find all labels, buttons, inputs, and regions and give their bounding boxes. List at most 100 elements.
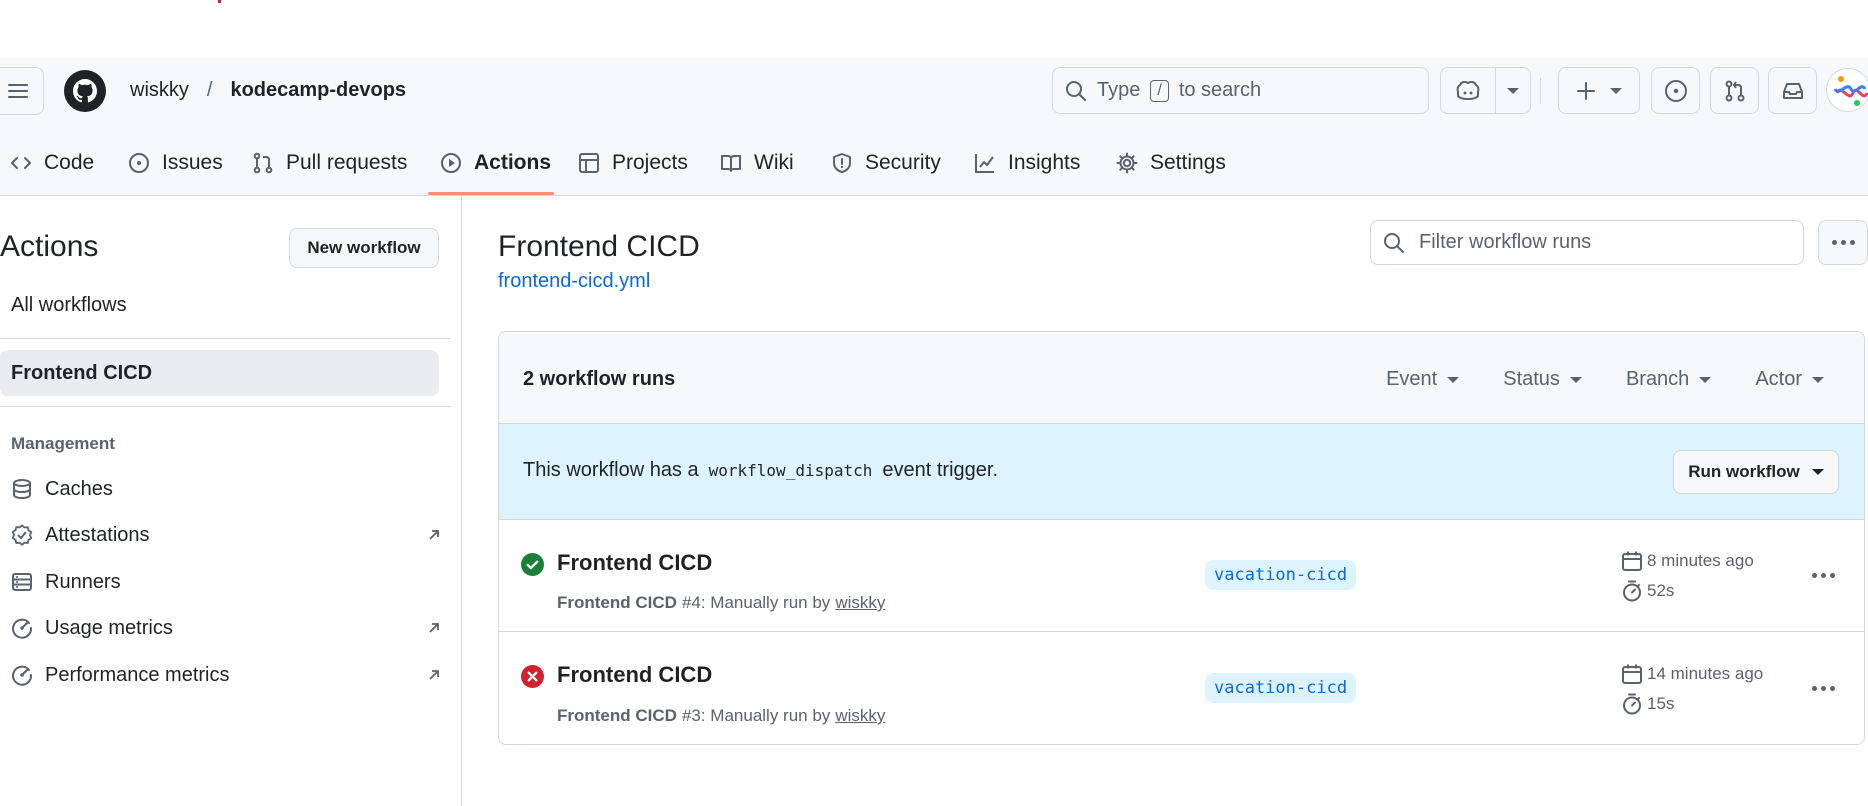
actor-filter-dropdown[interactable]: Actor <box>1755 368 1824 391</box>
event-filter-dropdown[interactable]: Event <box>1386 368 1460 391</box>
search-icon <box>1384 232 1404 253</box>
workflow-file-link[interactable]: frontend-cicd.yml <box>498 270 650 293</box>
dispatch-code: workflow_dispatch <box>708 461 873 480</box>
search-prefix: Type <box>1097 79 1141 101</box>
tab-security[interactable]: Security <box>831 148 941 178</box>
sidebar-item-performance-metrics[interactable]: Performance metrics <box>11 660 441 690</box>
workflow-run-row[interactable]: Frontend CICD Frontend CICD #3: Manually… <box>499 632 1864 744</box>
sidebar-divider <box>0 406 451 407</box>
run-title-link[interactable]: Frontend CICD <box>557 662 712 688</box>
sidebar-item-usage-metrics[interactable]: Usage metrics <box>11 613 441 643</box>
database-icon <box>13 479 31 500</box>
notifications-button[interactable] <box>1768 67 1817 114</box>
tab-label: Pull requests <box>286 151 408 174</box>
branch-label[interactable]: vacation-cicd <box>1205 673 1357 703</box>
sidebar-item-label: Performance metrics <box>45 663 230 686</box>
sidebar-item-runners[interactable]: Runners <box>11 567 461 597</box>
tab-wiki[interactable]: Wiki <box>720 148 794 178</box>
x-circle-icon <box>521 665 544 688</box>
chevron-down-icon <box>1812 376 1824 383</box>
run-filters: Event Status Branch Actor <box>1386 368 1824 391</box>
run-workflow-button[interactable]: Run workflow <box>1673 450 1839 494</box>
run-actor-link[interactable]: wiskky <box>835 706 885 726</box>
tab-label: Settings <box>1150 151 1226 174</box>
tab-issues[interactable]: Issues <box>128 148 223 178</box>
repo-link[interactable]: kodecamp-devops <box>230 79 406 102</box>
play-icon <box>441 153 461 173</box>
sidebar-item-label: Frontend CICD <box>11 361 153 384</box>
tab-settings[interactable]: Settings <box>1116 148 1226 178</box>
your-issues-button[interactable] <box>1651 67 1700 114</box>
kebab-horizontal-icon <box>1831 240 1855 245</box>
kebab-dot <box>1830 573 1835 578</box>
github-logo-icon[interactable] <box>64 70 106 112</box>
table-icon <box>579 153 599 173</box>
filter-runs-input[interactable]: Filter workflow runs <box>1370 220 1804 265</box>
run-workflow-name: Frontend CICD <box>557 593 677 612</box>
owner-link[interactable]: wiskky <box>130 79 189 102</box>
menu-button[interactable] <box>0 67 44 115</box>
copilot-button[interactable] <box>1440 67 1496 114</box>
selected-tab-underline <box>428 192 554 195</box>
kebab-dot <box>1830 686 1835 691</box>
kebab-dot <box>1812 686 1817 691</box>
kebab-dot <box>1821 573 1826 578</box>
meter-icon <box>12 618 33 639</box>
sidebar-title: Actions <box>0 230 99 263</box>
create-new-button[interactable] <box>1558 67 1640 114</box>
search-icon <box>1066 80 1086 101</box>
run-detail: #4: Manually run by <box>681 593 831 612</box>
filter-label: Actor <box>1755 368 1802 390</box>
branch-filter-dropdown[interactable]: Branch <box>1625 368 1712 391</box>
tab-projects[interactable]: Projects <box>578 148 688 178</box>
run-duration: 52s <box>1621 580 1674 602</box>
global-search-input[interactable]: Type / to search <box>1052 67 1429 114</box>
tab-actions[interactable]: Actions <box>440 148 551 178</box>
status-filter-dropdown[interactable]: Status <box>1503 368 1582 391</box>
hamburger-icon <box>8 84 28 98</box>
sidebar-item-attestations[interactable]: Attestations <box>11 520 441 550</box>
run-options-button[interactable] <box>1812 686 1835 691</box>
run-options-button[interactable] <box>1812 573 1835 578</box>
tab-label: Projects <box>612 151 688 174</box>
filter-label: Branch <box>1625 368 1690 390</box>
copilot-dropdown-button[interactable] <box>1495 67 1531 114</box>
tab-label: Security <box>865 151 941 174</box>
workflow-run-row[interactable]: Frontend CICD Frontend CICD #4: Manually… <box>499 520 1864 632</box>
calendar-icon <box>1622 551 1642 571</box>
filter-placeholder: Filter workflow runs <box>1419 231 1592 253</box>
management-heading: Management <box>11 434 115 453</box>
inbox-icon <box>1782 82 1803 99</box>
dispatch-message: This workflow has a workflow_dispatch ev… <box>523 459 998 482</box>
avatar[interactable] <box>1826 68 1868 112</box>
tab-code[interactable]: Code <box>10 148 94 178</box>
git-pull-request-icon <box>253 152 273 174</box>
run-title-link[interactable]: Frontend CICD <box>557 550 712 576</box>
sidebar-item-label: Attestations <box>45 523 150 546</box>
branch-label[interactable]: vacation-cicd <box>1205 560 1357 590</box>
top-artifact-mark <box>218 0 221 3</box>
run-time-ago: 8 minutes ago <box>1647 551 1754 570</box>
link-external-icon <box>429 623 439 633</box>
run-workflow-name: Frontend CICD <box>557 706 677 725</box>
chevron-down-icon <box>1507 87 1519 94</box>
sidebar-item-all-workflows[interactable]: All workflows <box>11 290 461 320</box>
tab-pull-requests[interactable]: Pull requests <box>252 148 407 178</box>
new-workflow-button[interactable]: New workflow <box>289 228 439 268</box>
filter-label: Event <box>1386 368 1438 390</box>
run-actor-link[interactable]: wiskky <box>835 593 885 613</box>
run-meta: Frontend CICD #4: Manually run by wiskky <box>557 593 885 613</box>
stopwatch-icon <box>1623 580 1641 602</box>
plus-icon <box>1577 81 1595 100</box>
tab-insights[interactable]: Insights <box>974 148 1080 178</box>
your-pull-requests-button[interactable] <box>1710 67 1759 114</box>
sidebar-item-caches[interactable]: Caches <box>11 474 461 504</box>
sidebar-item-frontend-cicd[interactable]: Frontend CICD <box>0 350 439 396</box>
calendar-icon <box>1622 664 1642 684</box>
header-divider <box>1540 78 1541 104</box>
tab-label: Code <box>44 151 95 174</box>
breadcrumb-separator: / <box>206 79 213 101</box>
gear-icon <box>1116 152 1138 174</box>
workflow-options-button[interactable] <box>1818 220 1868 265</box>
dispatch-prefix: This workflow has a <box>523 459 699 481</box>
